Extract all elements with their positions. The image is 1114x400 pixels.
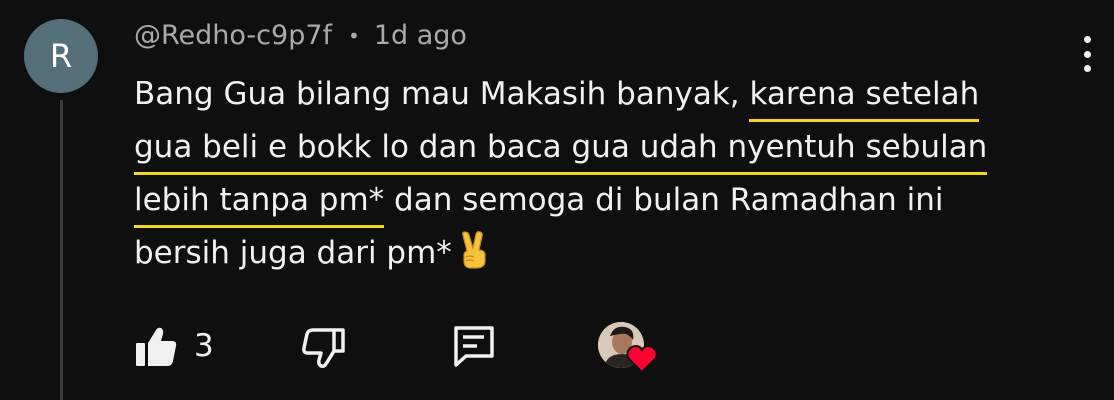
thumbs-up-icon — [136, 327, 177, 366]
thumbs-down-icon — [302, 328, 345, 368]
reply-button[interactable] — [452, 324, 496, 368]
more-dot — [1083, 36, 1091, 43]
victory-hand-emoji — [460, 231, 490, 286]
comment-header: @Redho-c9p7f • 1d ago — [134, 20, 467, 51]
comment-line-2: gua beli e bokk lo dan baca gua udah nye… — [134, 121, 1094, 175]
comment-timestamp[interactable]: 1d ago — [374, 20, 467, 51]
highlighted-text: karena setelah — [749, 76, 980, 122]
author-handle[interactable]: @Redho-c9p7f — [134, 20, 332, 51]
comment-text: Bang Gua bilang mau Makasih banyak, — [134, 76, 750, 112]
like-button[interactable] — [134, 326, 178, 368]
highlighted-text: gua beli e bokk lo dan baca gua udah nye… — [134, 129, 988, 175]
thread-line — [60, 100, 63, 400]
more-dot — [1083, 50, 1091, 58]
comment-actions: 3 — [134, 318, 694, 378]
dislike-button[interactable] — [300, 326, 346, 370]
comment-line-4: bersih juga dari pm* — [134, 227, 1094, 286]
like-count: 3 — [194, 328, 214, 364]
comment-line-1: Bang Gua bilang mau Makasih banyak, kare… — [134, 68, 1094, 122]
avatar[interactable]: R — [24, 19, 98, 93]
comment-line-3: lebih tanpa pm* dan semoga di bulan Rama… — [134, 174, 1094, 228]
creator-heart-badge — [598, 322, 662, 382]
heart-icon — [626, 344, 658, 374]
comment-body: Bang Gua bilang mau Makasih banyak, kare… — [134, 68, 1094, 286]
highlighted-text: lebih tanpa pm* — [134, 182, 385, 228]
header-separator: • — [348, 23, 360, 48]
comment-text: dan semoga di bulan Ramadhan ini — [384, 182, 944, 218]
comment-text: bersih juga dari pm* — [134, 235, 452, 271]
comment-reply-icon — [454, 326, 494, 367]
avatar-initial: R — [49, 37, 73, 75]
